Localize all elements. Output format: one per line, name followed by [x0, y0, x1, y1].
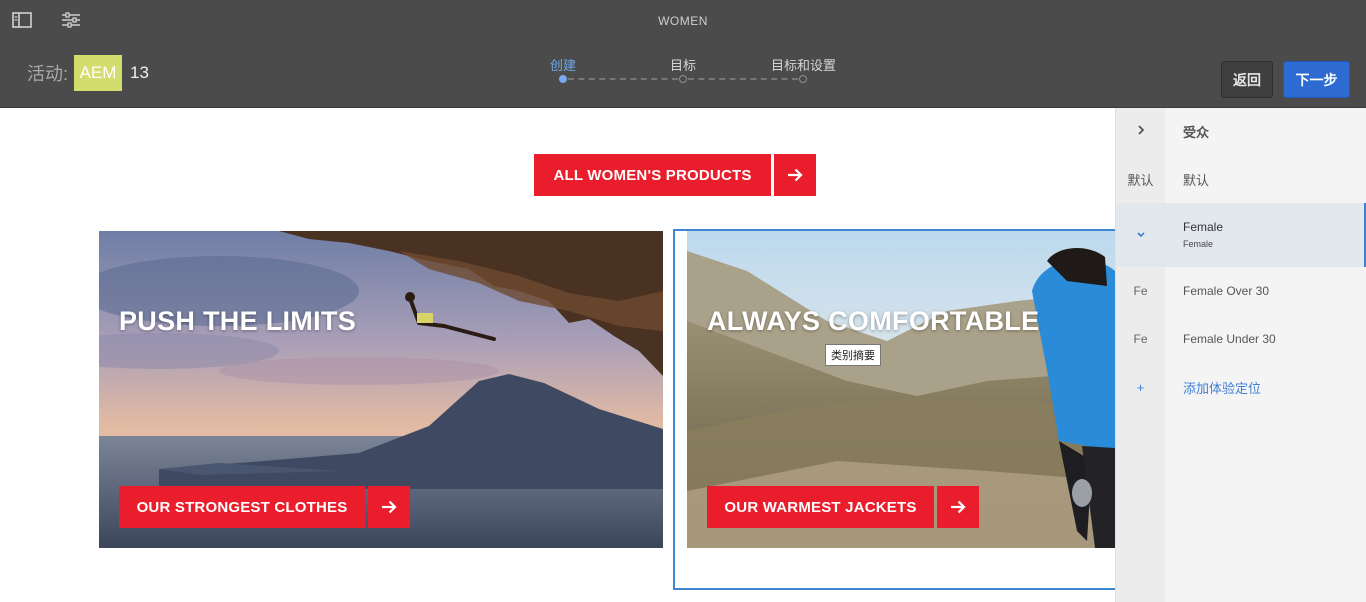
warmest-jackets-button[interactable]: OUR WARMEST JACKETS — [707, 486, 934, 528]
audience-panel: 受众 默认 默认 Female Female Fe Female Over 30… — [1115, 108, 1366, 602]
audience-gutter-under-30: Fe — [1133, 332, 1148, 346]
all-womens-products-cta[interactable]: ALL WOMEN'S PRODUCTS — [534, 154, 816, 196]
audience-item-female-under-30[interactable]: Fe Female Under 30 — [1116, 316, 1366, 362]
audience-gutter-default: 默认 — [1127, 172, 1154, 188]
audience-label-default: 默认 — [1183, 172, 1210, 188]
next-button[interactable]: 下一步 — [1283, 61, 1350, 98]
strongest-clothes-button[interactable]: OUR STRONGEST CLOTHES — [119, 486, 365, 528]
audience-sublabel-female: Female — [1183, 238, 1214, 249]
add-experience-targeting-label[interactable]: 添加体验定位 — [1165, 378, 1261, 397]
add-experience-targeting[interactable]: + 添加体验定位 — [1116, 364, 1366, 410]
teaser-card-push-the-limits[interactable]: PUSH THE LIMITS OUR STRONGEST CLOTHES — [99, 231, 663, 548]
plus-icon[interactable]: + — [1116, 380, 1165, 395]
audience-label-female: Female — [1183, 220, 1224, 235]
activity-label: 活动: — [27, 64, 69, 84]
audience-item-default[interactable]: 默认 默认 — [1116, 156, 1366, 202]
chevron-down-icon[interactable] — [1116, 228, 1165, 242]
page-canvas: ALL WOMEN'S PRODUCTS PUSH THE LIMITS OUR… — [0, 108, 1115, 602]
editor-header: WOMEN 活动: AEM 13 创建 目标 目标和设置 返回 下一步 — [0, 0, 1366, 108]
audience-label-over-30: Female Over 30 — [1183, 284, 1270, 298]
warmest-jackets-cta[interactable]: OUR WARMEST JACKETS — [707, 486, 979, 528]
back-button[interactable]: 返回 — [1221, 61, 1273, 98]
audience-item-female[interactable]: Female Female — [1116, 203, 1366, 267]
step-dot-target — [679, 75, 687, 83]
step-dot-goals-settings — [799, 75, 807, 83]
step-connector — [688, 78, 798, 80]
activity-info: 活动: AEM 13 — [27, 55, 149, 91]
component-tooltip: 类别摘要 — [825, 344, 881, 366]
teaser-card-always-comfortable[interactable]: ALWAYS COMFORTABLE OUR WARMEST JACKETS — [687, 231, 1115, 548]
chevron-right-icon[interactable] — [1116, 124, 1165, 138]
strongest-clothes-cta[interactable]: OUR STRONGEST CLOTHES — [119, 486, 410, 528]
activity-badge: AEM — [74, 55, 123, 91]
audience-gutter-over-30: Fe — [1133, 284, 1148, 298]
wizard-steps: 创建 目标 目标和设置 — [540, 54, 860, 90]
audience-header-label: 受众 — [1183, 124, 1210, 140]
step-dot-create — [559, 75, 567, 83]
arrow-right-icon[interactable] — [368, 486, 410, 528]
step-connector — [568, 78, 678, 80]
audience-label-under-30: Female Under 30 — [1183, 332, 1276, 346]
step-goals-settings[interactable]: 目标和设置 — [771, 55, 836, 74]
activity-number: 13 — [130, 63, 149, 82]
step-create[interactable]: 创建 — [550, 55, 576, 74]
arrow-right-icon[interactable] — [774, 154, 816, 196]
audience-item-female-over-30[interactable]: Fe Female Over 30 — [1116, 268, 1366, 314]
arrow-right-icon[interactable] — [937, 486, 979, 528]
step-target[interactable]: 目标 — [670, 55, 696, 74]
page-title: WOMEN — [658, 14, 708, 28]
card-title: PUSH THE LIMITS — [119, 306, 357, 336]
card-title: ALWAYS COMFORTABLE — [707, 306, 1040, 336]
audience-header[interactable]: 受众 — [1116, 108, 1366, 154]
all-womens-products-button[interactable]: ALL WOMEN'S PRODUCTS — [534, 154, 771, 196]
